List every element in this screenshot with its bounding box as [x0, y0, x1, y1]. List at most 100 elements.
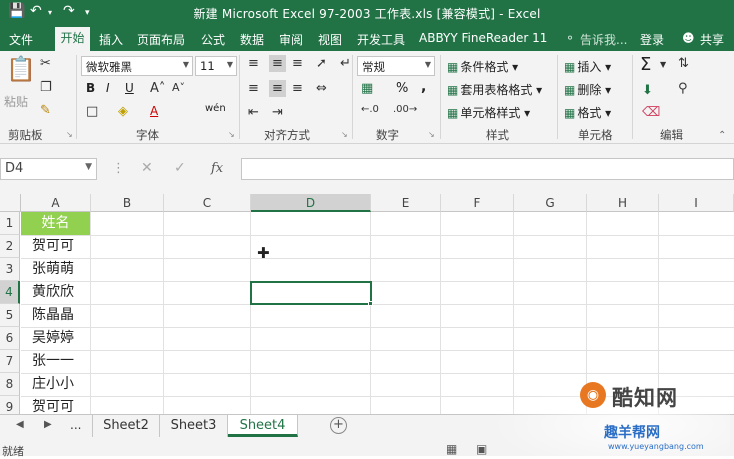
sheet-tab-sheet2[interactable]: Sheet2 [92, 415, 160, 437]
chevron-down-icon[interactable]: ▼ [660, 61, 666, 69]
cell-a3[interactable]: 张萌萌 [21, 258, 90, 281]
column-header-d[interactable]: D [251, 194, 371, 212]
conditional-format-button[interactable]: ▦ 条件格式 ▾ [447, 58, 518, 75]
row-header-3[interactable]: 3 [0, 258, 20, 281]
number-launcher-icon[interactable]: ↘ [428, 131, 435, 139]
underline-button[interactable]: U [125, 81, 134, 95]
align-center-icon[interactable]: ≡ [269, 80, 286, 97]
insert-function-button[interactable]: fx [211, 162, 223, 175]
cancel-formula-icon[interactable]: ✕ [141, 161, 153, 175]
align-middle-icon[interactable]: ≡ [269, 55, 286, 72]
align-left-icon[interactable]: ≡ [248, 82, 259, 95]
fill-color-icon[interactable]: ◈ [118, 105, 128, 118]
fill-handle[interactable] [368, 301, 373, 306]
column-header-a[interactable]: A [21, 194, 91, 212]
increase-indent-icon[interactable]: ⇥ [272, 106, 283, 119]
row-header-2[interactable]: 2 [0, 235, 20, 258]
column-header-g[interactable]: G [514, 194, 587, 212]
sheet-prev-icon[interactable]: ◀ [16, 419, 24, 430]
enter-formula-icon[interactable]: ✓ [174, 161, 186, 175]
align-right-icon[interactable]: ≡ [292, 82, 303, 95]
share-icon[interactable]: ☻ [682, 31, 695, 45]
accounting-format-icon[interactable]: ▦ [361, 82, 373, 95]
tab-abbyy[interactable]: ABBYY FineReader 11 [419, 31, 547, 45]
row-header-5[interactable]: 5 [0, 304, 20, 327]
row-header-7[interactable]: 7 [0, 350, 20, 373]
share-button[interactable]: 共享 [700, 31, 724, 48]
comma-style-button[interactable]: , [421, 79, 426, 95]
alignment-launcher-icon[interactable]: ↘ [341, 131, 348, 139]
tab-view[interactable]: 视图 [318, 31, 342, 48]
cell-a1[interactable]: 姓名 [21, 212, 90, 235]
row-header-6[interactable]: 6 [0, 327, 20, 350]
column-header-e[interactable]: E [371, 194, 441, 212]
border-icon[interactable]: □ [86, 105, 98, 118]
tab-data[interactable]: 数据 [240, 31, 264, 48]
sheet-tab-sheet3[interactable]: Sheet3 [160, 415, 228, 437]
font-grow-icon[interactable]: A˄ [150, 82, 165, 95]
row-header-9[interactable]: 9 [0, 396, 20, 414]
merge-center-icon[interactable]: ⇔ [316, 82, 327, 95]
cell-styles-button[interactable]: ▦ 单元格样式 ▾ [447, 104, 530, 121]
tab-developer[interactable]: 开发工具 [357, 31, 405, 48]
font-name-select[interactable]: 微软雅黑 ▼ [81, 56, 193, 76]
decrease-decimal-icon[interactable]: .00→ [393, 105, 417, 115]
login-link[interactable]: 登录 [640, 31, 664, 48]
delete-cells-button[interactable]: ▦ 删除 ▾ [564, 81, 611, 98]
increase-decimal-icon[interactable]: ←.0 [361, 105, 379, 115]
cell-a6[interactable]: 吴婷婷 [21, 327, 90, 350]
tab-review[interactable]: 审阅 [279, 31, 303, 48]
font-launcher-icon[interactable]: ↘ [228, 131, 235, 139]
percent-button[interactable]: % [396, 81, 408, 96]
cell-a9[interactable]: 贺可可 [21, 396, 90, 414]
format-as-table-button[interactable]: ▦ 套用表格格式 ▾ [447, 81, 542, 98]
cell-a2[interactable]: 贺可可 [21, 235, 90, 258]
clipboard-launcher-icon[interactable]: ↘ [66, 131, 73, 139]
phonetic-guide-button[interactable]: wén [205, 103, 226, 114]
select-all-corner[interactable] [0, 194, 21, 212]
clipboard-icon[interactable]: 📋 [6, 57, 36, 81]
cell-a4[interactable]: 黄欣欣 [21, 281, 90, 304]
column-header-b[interactable]: B [91, 194, 164, 212]
number-format-select[interactable]: 常规 ▼ [357, 56, 435, 76]
tell-me-input[interactable]: 告诉我... [580, 31, 627, 48]
format-painter-icon[interactable]: ✎ [40, 104, 51, 117]
decrease-indent-icon[interactable]: ⇤ [248, 106, 259, 119]
align-bottom-icon[interactable]: ≡ [292, 57, 303, 70]
column-header-f[interactable]: F [441, 194, 514, 212]
column-header-c[interactable]: C [164, 194, 251, 212]
tab-home[interactable]: 开始 [55, 27, 90, 51]
page-layout-view-icon[interactable]: ▣ [476, 442, 487, 456]
cell-a8[interactable]: 庄小小 [21, 373, 90, 396]
sheet-next-icon[interactable]: ▶ [44, 419, 52, 430]
tab-insert[interactable]: 插入 [99, 31, 123, 48]
orientation-icon[interactable]: ➚ [316, 57, 327, 70]
fill-icon[interactable]: ⬇ [642, 84, 653, 97]
copy-icon[interactable]: ❐ [40, 81, 52, 94]
clear-icon[interactable]: ⌫ [642, 106, 660, 119]
row-header-8[interactable]: 8 [0, 373, 20, 396]
add-sheet-button[interactable]: + [330, 417, 347, 434]
find-select-icon[interactable]: ⚲ [678, 82, 688, 95]
row-header-4[interactable]: 4 [0, 281, 20, 304]
font-shrink-icon[interactable]: A˅ [172, 82, 185, 93]
active-cell-d4[interactable] [250, 281, 372, 305]
autosum-button[interactable]: Σ [640, 54, 651, 75]
cell-a5[interactable]: 陈晶晶 [21, 304, 90, 327]
font-size-select[interactable]: 11 ▼ [195, 56, 237, 76]
bold-button[interactable]: B [86, 81, 95, 95]
name-box[interactable]: D4 ▼ [0, 158, 97, 180]
tab-formulas[interactable]: 公式 [201, 31, 225, 48]
sort-filter-icon[interactable]: ⇅ [678, 57, 689, 70]
cell-a7[interactable]: 张一一 [21, 350, 90, 373]
font-color-button[interactable]: A [150, 104, 158, 118]
insert-cells-button[interactable]: ▦ 插入 ▾ [564, 58, 611, 75]
cut-icon[interactable]: ✂ [40, 57, 51, 70]
align-top-icon[interactable]: ≡ [248, 57, 259, 70]
italic-button[interactable]: I [106, 81, 110, 95]
column-header-h[interactable]: H [587, 194, 659, 212]
sheet-tab-sheet4[interactable]: Sheet4 [228, 415, 298, 437]
tab-file[interactable]: 文件 [9, 31, 33, 48]
tab-page-layout[interactable]: 页面布局 [137, 31, 185, 48]
normal-view-icon[interactable]: ▦ [446, 442, 457, 456]
